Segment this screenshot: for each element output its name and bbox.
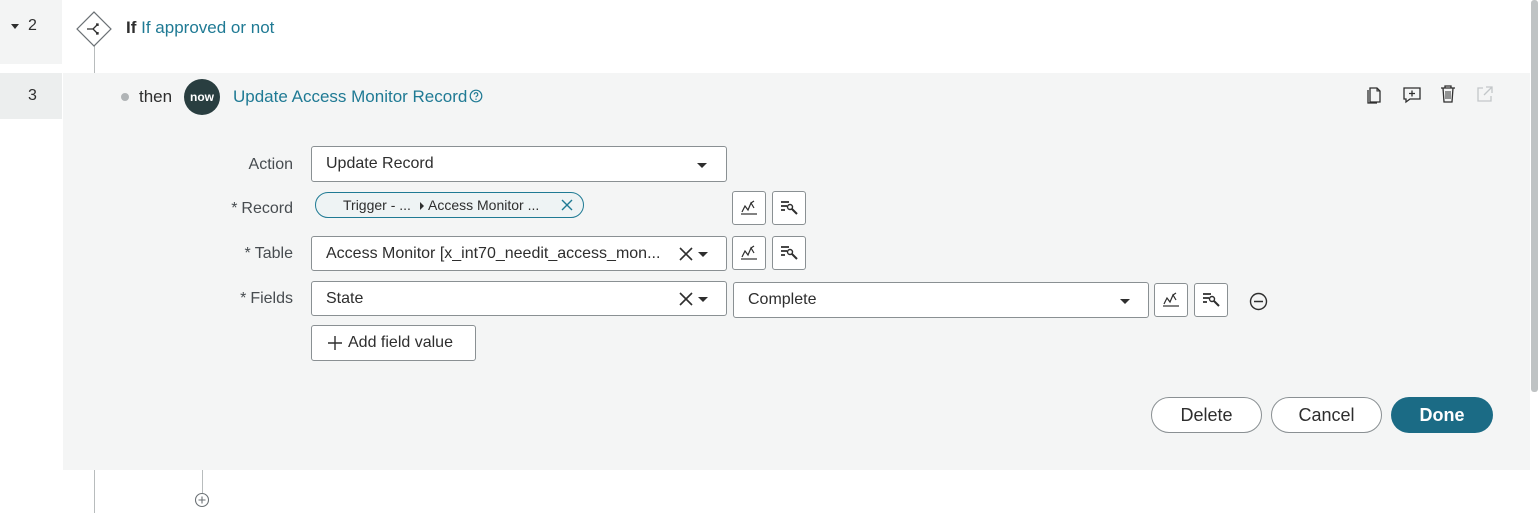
help-circle-icon[interactable]: [469, 89, 483, 103]
clear-icon[interactable]: [679, 292, 693, 306]
then-keyword: then: [139, 87, 173, 106]
required-marker: *: [244, 245, 251, 262]
condition-link[interactable]: If approved or not: [141, 18, 274, 37]
done-button[interactable]: Done: [1391, 397, 1493, 433]
data-pill-picker-icon: [741, 200, 757, 215]
pill-separator-icon: [420, 202, 424, 210]
chevron-down-icon: [697, 163, 707, 168]
table-label: * Table: [183, 245, 293, 263]
add-step-circle-icon[interactable]: [194, 492, 210, 508]
data-pill-picker-icon: [741, 245, 757, 260]
plus-icon: [328, 336, 342, 350]
delete-button-label: Delete: [1180, 404, 1233, 425]
add-comment-icon[interactable]: [1402, 86, 1422, 104]
scrollbar-thumb[interactable]: [1531, 0, 1538, 392]
collapse-caret-icon[interactable]: [11, 24, 19, 29]
trash-icon[interactable]: [1439, 84, 1457, 104]
row-number: 2: [28, 17, 37, 34]
data-pill-picker-button[interactable]: [732, 236, 766, 270]
chevron-down-icon: [698, 252, 708, 257]
row-number: 3: [28, 87, 37, 104]
remove-circle-icon[interactable]: [1249, 292, 1268, 311]
add-field-value-label: Add field value: [348, 334, 453, 351]
if-keyword: If: [126, 18, 137, 37]
step-bullet: [121, 93, 129, 101]
fields-label-text: Fields: [250, 290, 293, 307]
action-select[interactable]: Update Record: [311, 146, 727, 182]
record-picker-button[interactable]: [772, 191, 806, 225]
data-pill-picker-button[interactable]: [1154, 283, 1188, 317]
chevron-down-icon: [698, 297, 708, 302]
record-picker-icon: [1203, 293, 1220, 307]
chevron-down-icon: [1120, 299, 1130, 304]
if-statement: If If approved or not: [126, 18, 274, 38]
now-logo-badge: now: [184, 79, 220, 115]
field-name-select[interactable]: State: [311, 281, 727, 316]
add-field-value-button[interactable]: Add field value: [311, 325, 476, 361]
data-pill-picker-button[interactable]: [732, 191, 766, 225]
cancel-button[interactable]: Cancel: [1271, 397, 1382, 433]
table-select-value: Access Monitor [x_int70_needit_access_mo…: [326, 245, 661, 262]
open-external-icon[interactable]: [1475, 85, 1494, 104]
action-select-value: Update Record: [326, 155, 434, 172]
fields-label: * Fields: [183, 290, 293, 308]
pill-remove-icon[interactable]: [561, 199, 573, 211]
step-title-link[interactable]: Update Access Monitor Record: [233, 87, 467, 107]
action-label: Action: [248, 156, 293, 173]
delete-button[interactable]: Delete: [1151, 397, 1262, 433]
record-picker-icon: [781, 246, 798, 260]
record-picker-button[interactable]: [772, 236, 806, 270]
field-value-select[interactable]: Complete: [733, 282, 1149, 318]
pill-segment-trigger: Trigger - ...: [343, 197, 411, 213]
field-name-value: State: [326, 290, 364, 307]
record-label-text: Record: [241, 200, 293, 217]
record-picker-button[interactable]: [1194, 283, 1228, 317]
required-marker: *: [231, 200, 238, 217]
table-select[interactable]: Access Monitor [x_int70_needit_access_mo…: [311, 236, 727, 271]
record-picker-icon: [781, 201, 798, 215]
field-value-text: Complete: [748, 291, 817, 308]
data-pill-picker-icon: [1163, 292, 1179, 307]
pill-segment-record: Access Monitor ...: [428, 197, 540, 213]
table-label-text: Table: [254, 245, 293, 262]
record-data-pill[interactable]: Trigger - ... Access Monitor ...: [315, 192, 584, 218]
cancel-button-label: Cancel: [1298, 404, 1355, 425]
record-label: * Record: [183, 200, 293, 218]
required-marker: *: [240, 290, 247, 307]
flow-connector: [202, 470, 203, 493]
done-button-label: Done: [1419, 404, 1465, 425]
flow-connector: [94, 44, 95, 74]
copy-icon[interactable]: [1365, 85, 1383, 105]
decision-diamond-icon: [76, 11, 112, 47]
flow-connector: [94, 470, 95, 513]
clear-icon[interactable]: [679, 247, 693, 261]
now-logo-text: now: [190, 90, 214, 104]
